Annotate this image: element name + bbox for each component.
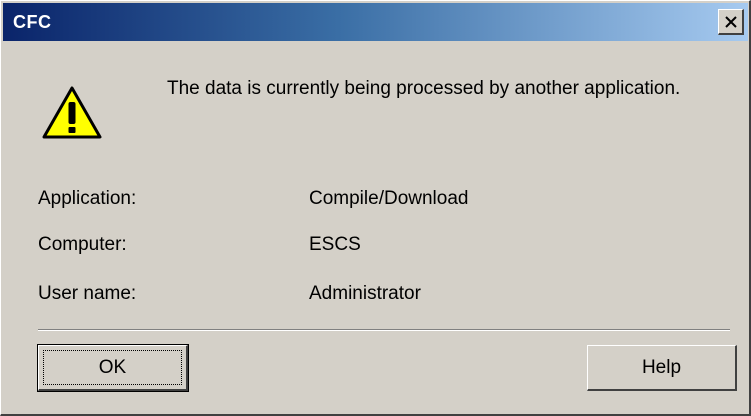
computer-value: ESCS: [309, 234, 361, 255]
window-title: CFC: [13, 12, 52, 32]
user-name-label: User name:: [38, 283, 137, 304]
computer-label: Computer:: [38, 234, 127, 255]
user-name-value: Administrator: [309, 283, 421, 304]
warning-icon: [42, 86, 102, 139]
application-value: Compile/Download: [309, 188, 469, 209]
title-bar[interactable]: CFC: [3, 3, 748, 41]
focus-rectangle: [43, 350, 182, 385]
ok-button[interactable]: OK: [37, 344, 189, 392]
application-label: Application:: [38, 188, 137, 209]
close-icon: [724, 15, 737, 28]
separator: [38, 329, 730, 331]
dialog-window: CFC The data is currently being processe…: [0, 0, 751, 416]
help-button[interactable]: Help: [587, 345, 737, 391]
message-text: The data is currently being processed by…: [167, 78, 681, 99]
close-button[interactable]: [718, 9, 744, 35]
help-button-label: Help: [641, 356, 682, 378]
